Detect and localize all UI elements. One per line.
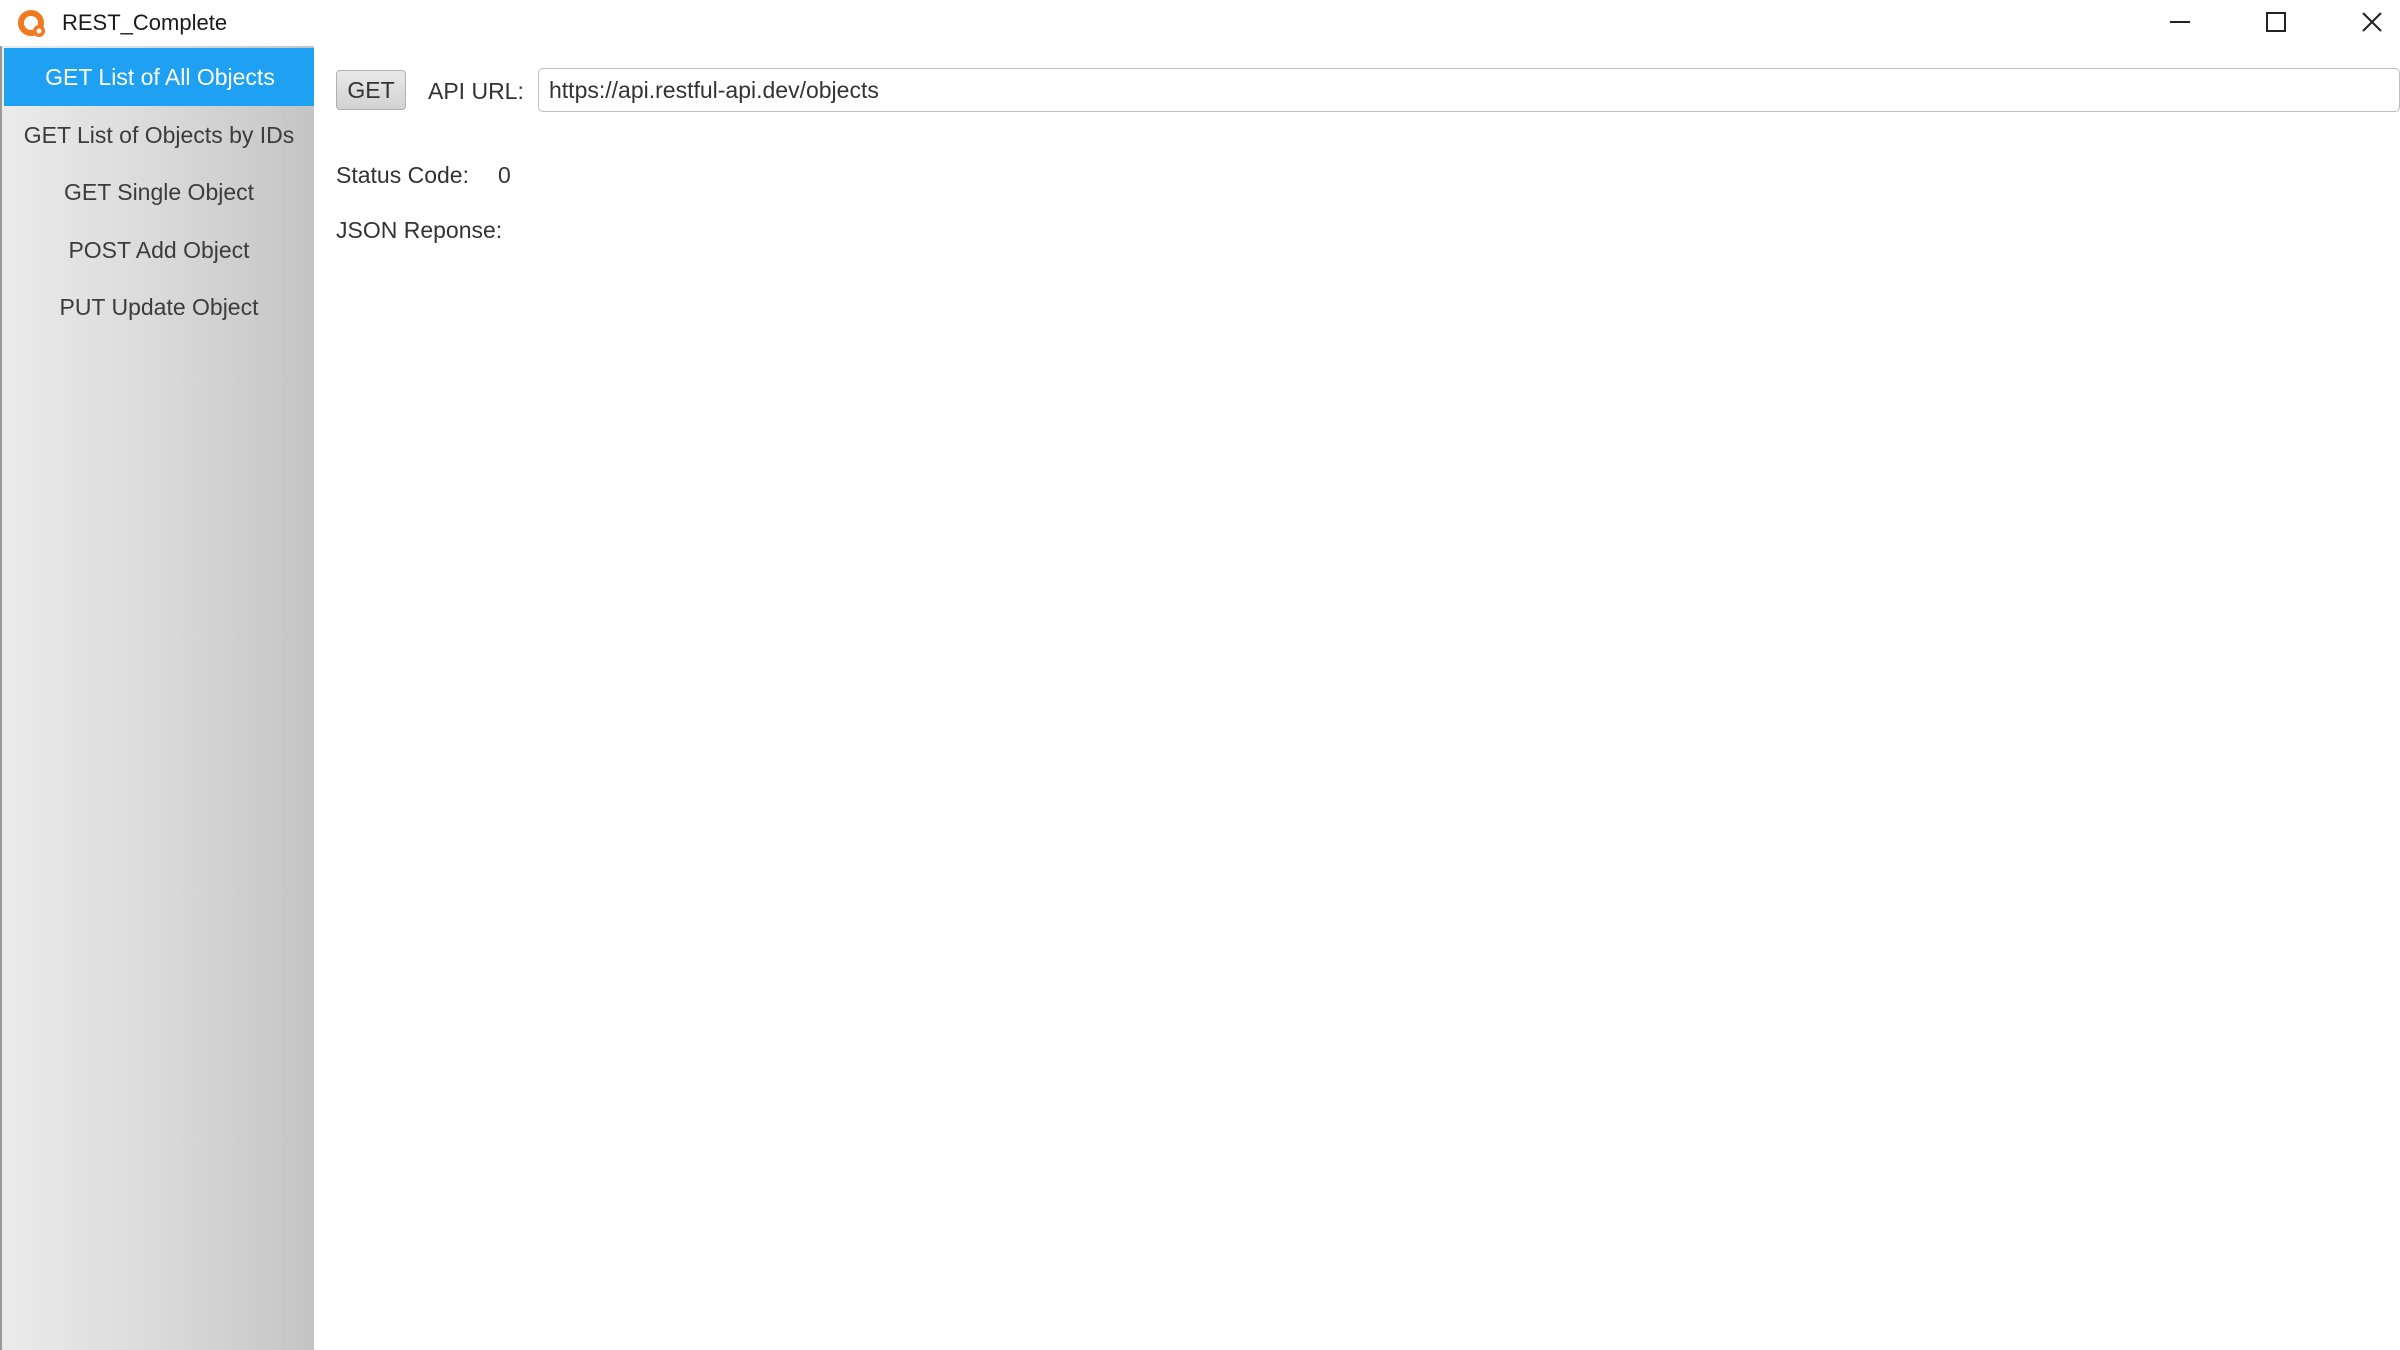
app-window: REST_Complete GET List of All Objects GE…	[0, 0, 2400, 1350]
maximize-icon	[2265, 11, 2287, 33]
json-response-label: JSON Reponse:	[336, 217, 503, 243]
json-response-output	[336, 256, 2376, 1316]
minimize-button[interactable]	[2134, 0, 2226, 44]
status-code-value: 0	[498, 162, 511, 188]
title-bar: REST_Complete	[0, 0, 2400, 46]
app-icon	[18, 9, 48, 39]
close-button[interactable]	[2326, 0, 2400, 44]
sidebar-item-label: POST Add Object	[68, 236, 250, 263]
minimize-icon	[2169, 11, 2191, 33]
main-panel: GET API URL: Status Code: 0 JSON Reponse…	[314, 46, 2400, 1350]
api-url-input[interactable]	[538, 68, 2400, 112]
sidebar-item-put-update-object[interactable]: PUT Update Object	[4, 278, 314, 336]
sidebar-item-get-single-object[interactable]: GET Single Object	[4, 163, 314, 221]
status-code-label: Status Code:	[336, 162, 469, 188]
get-button[interactable]: GET	[336, 70, 406, 110]
maximize-button[interactable]	[2230, 0, 2322, 44]
sidebar-item-label: PUT Update Object	[59, 293, 259, 320]
sidebar-item-label: GET Single Object	[63, 178, 255, 205]
sidebar-item-get-objects-by-ids[interactable]: GET List of Objects by IDs	[4, 106, 314, 164]
sidebar-item-label: GET List of All Objects	[45, 63, 275, 90]
sidebar-item-label: GET List of Objects by IDs	[23, 121, 295, 148]
sidebar-item-post-add-object[interactable]: POST Add Object	[4, 221, 314, 279]
sidebar-item-get-all-objects[interactable]: GET List of All Objects	[4, 48, 316, 106]
window-title: REST_Complete	[62, 10, 228, 35]
close-icon	[2361, 11, 2383, 33]
api-url-label: API URL:	[428, 78, 524, 104]
sidebar-nav: GET List of All Objects GET List of Obje…	[0, 46, 316, 1350]
